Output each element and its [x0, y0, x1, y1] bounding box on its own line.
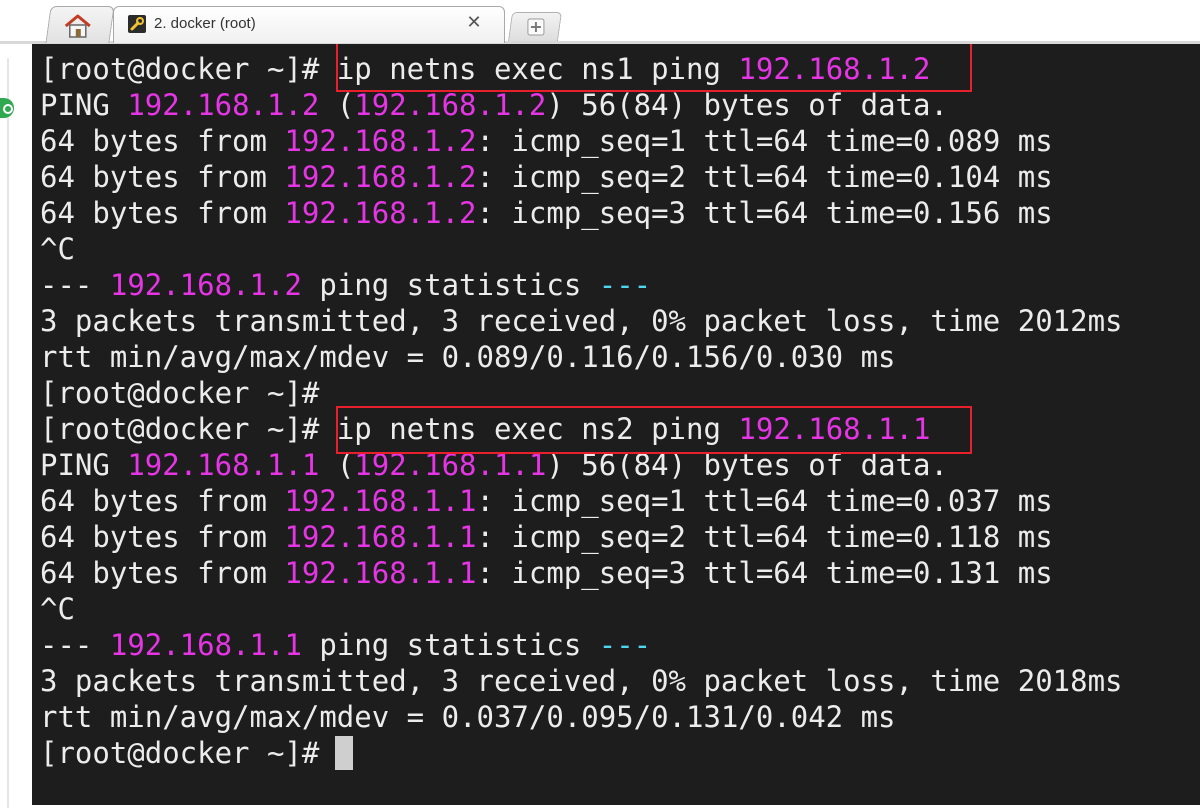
ip-address: 192.168.1.1: [284, 520, 477, 554]
shell-prompt: [root@docker ~]#: [40, 412, 320, 446]
ip-address: 192.168.1.2: [354, 88, 547, 122]
terminal-output[interactable]: [root@docker ~]# ip netns exec ns1 ping …: [32, 44, 1200, 805]
ip-address: 192.168.1.1: [127, 448, 320, 482]
terminal-line: ^C: [40, 231, 75, 267]
close-tab-icon[interactable]: ✕: [464, 13, 484, 33]
stats-dashes: ---: [598, 628, 652, 662]
reply-prefix: 64 bytes from: [40, 484, 285, 518]
shell-prompt: [root@docker ~]#: [40, 736, 320, 770]
wrench-icon: [128, 15, 146, 33]
terminal-line: [root@docker ~]#: [40, 375, 319, 411]
ip-address: 192.168.1.2: [109, 268, 302, 302]
terminal-line: 3 packets transmitted, 3 received, 0% pa…: [40, 303, 1123, 339]
ip-address: 192.168.1.2: [284, 160, 477, 194]
stats-dashes: ---: [40, 628, 93, 662]
terminal-line: [root@docker ~]#: [40, 735, 354, 771]
terminal-line: 64 bytes from 192.168.1.1: icmp_seq=3 tt…: [40, 555, 1053, 591]
left-gutter: [0, 44, 32, 808]
home-tab[interactable]: [45, 6, 115, 43]
terminal-line: ^C: [40, 591, 75, 627]
packet-summary: 3 packets transmitted, 3 received, 0% pa…: [40, 664, 1123, 698]
tab-bar: 2. docker (root) ✕: [0, 0, 1200, 44]
stats-header: ping statistics: [301, 628, 599, 662]
plus-icon: [527, 18, 545, 36]
terminal-line: 64 bytes from 192.168.1.1: icmp_seq=2 tt…: [40, 519, 1053, 555]
ip-address: 192.168.1.2: [284, 124, 477, 158]
reply-prefix: 64 bytes from: [40, 520, 285, 554]
reply-prefix: 64 bytes from: [40, 160, 285, 194]
reply-detail: : icmp_seq=1 ttl=64 time=0.089 ms: [476, 124, 1053, 158]
home-icon: [64, 14, 91, 38]
new-tab-button[interactable]: [507, 12, 563, 41]
rtt-summary: rtt min/avg/max/mdev = 0.037/0.095/0.131…: [40, 700, 896, 734]
terminal-line: rtt min/avg/max/mdev = 0.037/0.095/0.131…: [40, 699, 896, 735]
ping-label: PING: [40, 448, 128, 482]
stats-header: ping statistics: [301, 268, 599, 302]
command-highlight-box: [336, 44, 972, 92]
reply-prefix: 64 bytes from: [40, 124, 285, 158]
ping-label: PING: [40, 88, 128, 122]
shell-prompt: [root@docker ~]#: [40, 376, 320, 410]
terminal-line: rtt min/avg/max/mdev = 0.089/0.116/0.156…: [40, 339, 896, 375]
reply-detail: : icmp_seq=3 ttl=64 time=0.156 ms: [476, 196, 1053, 230]
reply-prefix: 64 bytes from: [40, 556, 285, 590]
interrupt-text: ^C: [40, 592, 75, 626]
ip-address: 192.168.1.1: [284, 556, 477, 590]
reply-detail: : icmp_seq=2 ttl=64 time=0.118 ms: [476, 520, 1053, 554]
shell-prompt: [root@docker ~]#: [40, 52, 320, 86]
ip-address: 192.168.1.2: [127, 88, 320, 122]
terminal-line: 64 bytes from 192.168.1.2: icmp_seq=3 tt…: [40, 195, 1053, 231]
connection-status-icon: [0, 98, 14, 118]
terminal-line: 64 bytes from 192.168.1.2: icmp_seq=2 tt…: [40, 159, 1053, 195]
terminal-line: 64 bytes from 192.168.1.2: icmp_seq=1 tt…: [40, 123, 1053, 159]
stats-dashes: ---: [598, 268, 652, 302]
terminal-line: --- 192.168.1.1 ping statistics ---: [40, 627, 651, 663]
command-highlight-box: [336, 406, 972, 454]
reply-detail: : icmp_seq=2 ttl=64 time=0.104 ms: [476, 160, 1053, 194]
ping-header-text: 56(84) bytes of data.: [581, 88, 948, 122]
reply-detail: : icmp_seq=1 ttl=64 time=0.037 ms: [476, 484, 1053, 518]
stats-dashes: ---: [40, 268, 93, 302]
terminal-line: 3 packets transmitted, 3 received, 0% pa…: [40, 663, 1123, 699]
interrupt-text: ^C: [40, 232, 75, 266]
ip-address: 192.168.1.1: [284, 484, 477, 518]
terminal-line: --- 192.168.1.2 ping statistics ---: [40, 267, 651, 303]
text-cursor[interactable]: [335, 736, 354, 770]
ip-address: 192.168.1.1: [109, 628, 302, 662]
terminal-line: 64 bytes from 192.168.1.1: icmp_seq=1 tt…: [40, 483, 1053, 519]
reply-detail: : icmp_seq=3 ttl=64 time=0.131 ms: [476, 556, 1053, 590]
packet-summary: 3 packets transmitted, 3 received, 0% pa…: [40, 304, 1123, 338]
reply-prefix: 64 bytes from: [40, 196, 285, 230]
terminal-line: PING 192.168.1.2 (192.168.1.2) 56(84) by…: [40, 88, 948, 122]
ip-address: 192.168.1.2: [284, 196, 477, 230]
session-tab-title: 2. docker (root): [154, 15, 256, 32]
gutter-divider: [7, 58, 9, 808]
session-tab[interactable]: 2. docker (root) ✕: [113, 6, 505, 43]
rtt-summary: rtt min/avg/max/mdev = 0.089/0.116/0.156…: [40, 340, 896, 374]
